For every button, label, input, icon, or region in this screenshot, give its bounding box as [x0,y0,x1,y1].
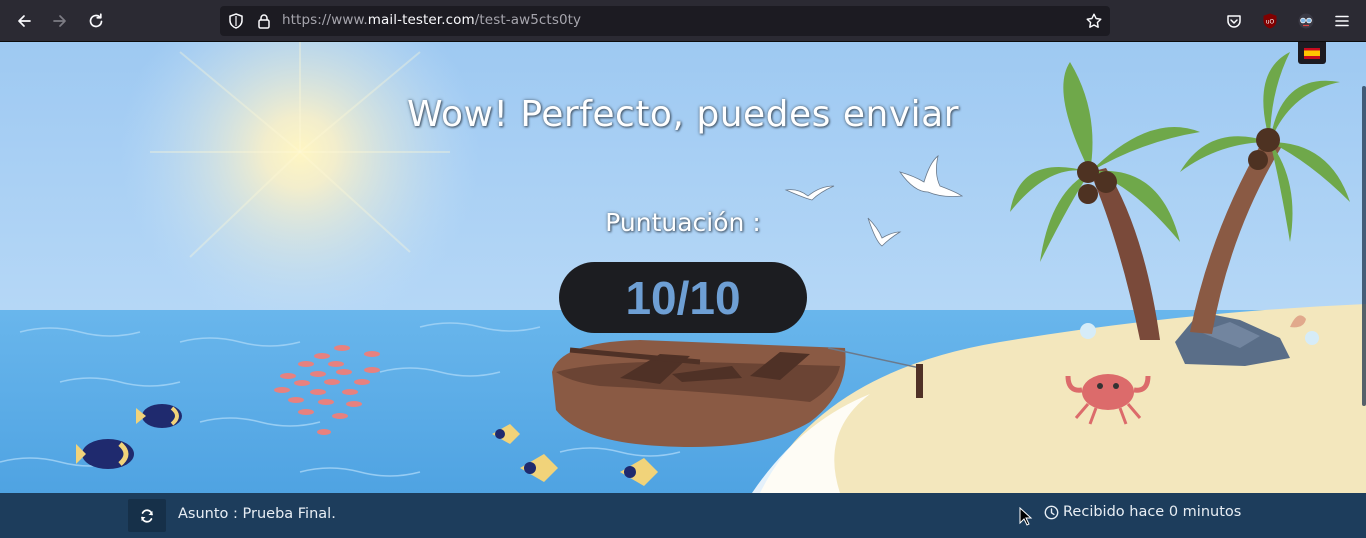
score-badge: 10/10 [559,262,807,333]
back-arrow-icon [18,15,31,27]
hero-scene: Wow! Perfecto, puedes enviar Puntuación … [0,42,1366,493]
reload-button[interactable] [81,6,111,36]
mouse-cursor-icon [1019,507,1033,526]
url-host: mail-tester.com [367,12,475,28]
extension-button[interactable] [1291,6,1321,36]
score-value: 10/10 [625,271,741,324]
ublock-icon: uO [1263,13,1277,29]
app-menu-button[interactable] [1327,6,1357,36]
refresh-button[interactable] [128,499,166,532]
url-text[interactable]: https://www.mail-tester.com/test-aw5cts0… [282,12,581,28]
menu-icon [1335,15,1349,27]
svg-text:uO: uO [1266,18,1275,25]
ublock-button[interactable]: uO [1255,6,1285,36]
address-bar[interactable]: https://www.mail-tester.com/test-aw5cts0… [220,6,1110,36]
forward-arrow-icon [53,15,66,27]
refresh-icon [141,508,153,523]
reload-icon [89,13,103,28]
result-headline: Wow! Perfecto, puedes enviar [407,94,959,135]
pocket-button[interactable] [1219,6,1249,36]
clock-icon [1044,505,1059,519]
extension-icon [1298,13,1314,29]
url-prefix: https://www. [282,12,368,28]
back-button[interactable] [9,6,39,36]
language-flag-es[interactable] [1298,42,1326,64]
received-text: Recibido hace 0 minutos [1063,504,1242,520]
message-info-bar: Asunto : Prueba Final. Recibido hace 0 m… [0,493,1366,538]
browser-toolbar: https://www.mail-tester.com/test-aw5cts0… [0,0,1366,42]
spain-flag-icon [1304,47,1320,59]
score-label: Puntuación : [605,208,761,237]
lock-icon[interactable] [255,12,273,30]
message-subject: Asunto : Prueba Final. [178,506,336,522]
forward-button[interactable] [45,6,75,36]
received-time: Recibido hace 0 minutos [1044,504,1241,520]
url-path: /test-aw5cts0ty [474,12,582,28]
star-icon[interactable] [1085,12,1103,30]
shield-icon[interactable] [227,12,245,30]
pocket-icon [1227,15,1241,28]
